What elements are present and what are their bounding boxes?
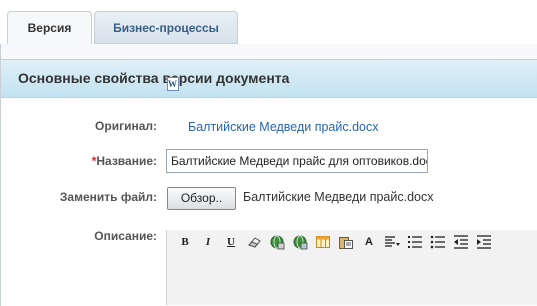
font-size-icon[interactable]: A [361,234,377,250]
description-label: Описание: [94,229,157,243]
indent-icon[interactable] [476,234,492,250]
original-file-link[interactable]: Балтийские Медведи прайс.docx [188,120,379,134]
remove-link-icon[interactable] [292,234,308,250]
insert-table-icon[interactable] [315,234,331,250]
align-icon[interactable] [384,234,400,250]
tab-business-processes[interactable]: Бизнес-процессы [94,11,238,44]
insert-link-icon[interactable] [269,234,285,250]
original-label: Оригинал: [95,119,157,133]
name-label: *Название: [0,154,157,168]
name-label-text: Название: [96,154,157,168]
outdent-icon[interactable] [453,234,469,250]
selected-file-name: Балтийские Медведи прайс.docx [243,190,434,204]
bold-icon[interactable]: B [177,234,193,250]
numbered-list-icon[interactable] [407,234,423,250]
tab-bar: Версия Бизнес-процессы [0,0,537,45]
replace-file-label: Заменить файл: [59,190,157,204]
word-document-icon [167,77,179,91]
bulleted-list-icon[interactable] [430,234,446,250]
description-editor[interactable]: B I U A [166,230,537,305]
eraser-icon[interactable] [246,234,262,250]
section-title: Основные свойства версии документа [1,59,537,98]
tab-version[interactable]: Версия [7,11,92,45]
paste-icon[interactable] [338,234,354,250]
name-input[interactable]: Балтийские Медведи прайс для оптовиков.d… [166,149,428,173]
underline-icon[interactable]: U [223,234,239,250]
browse-button[interactable]: Обзор.. [167,187,236,210]
italic-icon[interactable]: I [200,234,216,250]
